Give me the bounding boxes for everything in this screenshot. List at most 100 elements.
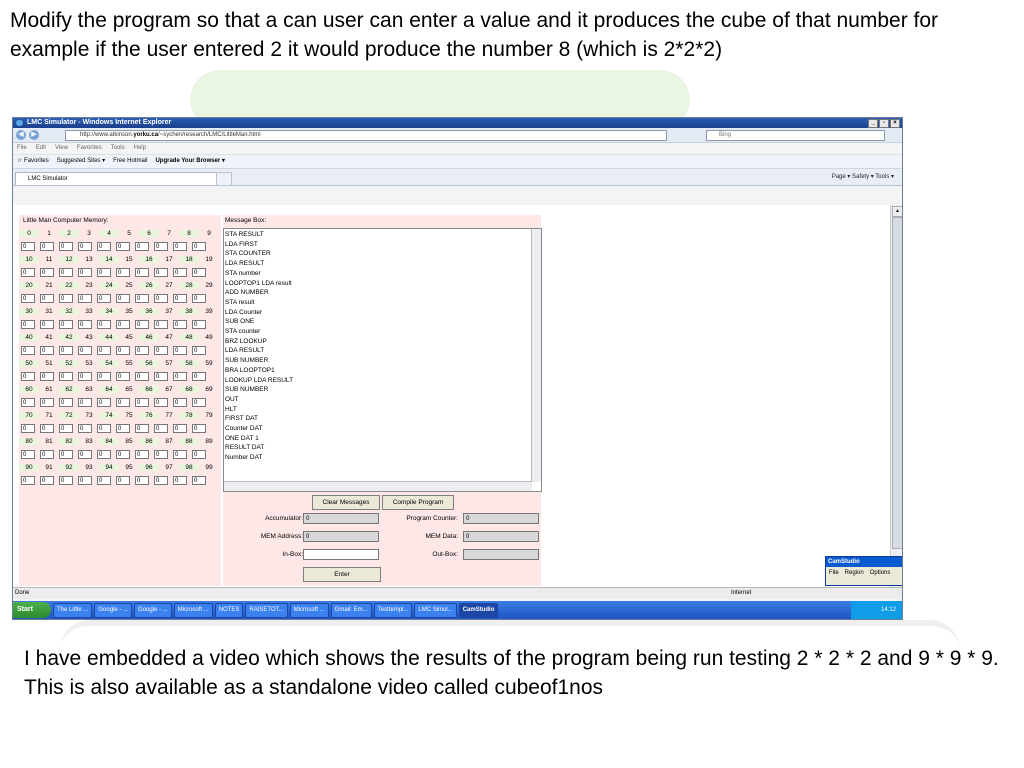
memory-cell-input[interactable]: 0 [173, 476, 187, 485]
memory-cell-input[interactable]: 0 [135, 450, 149, 459]
search-input[interactable]: Bing [706, 130, 885, 141]
memory-cell-input[interactable]: 0 [59, 242, 73, 251]
memory-cell-input[interactable]: 0 [135, 372, 149, 381]
memory-cell-input[interactable]: 0 [78, 372, 92, 381]
taskbar-item[interactable]: Microsoft ... [173, 602, 213, 618]
memory-cell-input[interactable]: 0 [97, 424, 111, 433]
taskbar-item[interactable]: LMC Simul... [414, 602, 457, 618]
memory-cell-input[interactable]: 0 [135, 424, 149, 433]
clear-messages-button[interactable]: Clear Messages [312, 495, 380, 510]
memory-cell-input[interactable]: 0 [116, 372, 130, 381]
memory-cell-input[interactable]: 0 [97, 346, 111, 355]
memory-cell-input[interactable]: 0 [21, 320, 35, 329]
memory-cell-input[interactable]: 0 [40, 320, 54, 329]
menu-file[interactable]: File [17, 143, 27, 154]
memory-cell-input[interactable]: 0 [21, 268, 35, 277]
memory-cell-input[interactable]: 0 [97, 450, 111, 459]
memory-cell-input[interactable]: 0 [135, 294, 149, 303]
memory-cell-input[interactable]: 0 [78, 346, 92, 355]
memory-cell-input[interactable]: 0 [78, 398, 92, 407]
memory-cell-input[interactable]: 0 [78, 450, 92, 459]
memory-cell-input[interactable]: 0 [97, 398, 111, 407]
memory-cell-input[interactable]: 0 [78, 320, 92, 329]
new-tab-button[interactable] [216, 172, 232, 186]
taskbar-item[interactable]: Gmail: Em... [330, 602, 372, 618]
memory-cell-input[interactable]: 0 [97, 294, 111, 303]
maximize-button[interactable]: ▫ [879, 119, 889, 128]
minimize-button[interactable]: _ [868, 119, 878, 128]
memory-cell-input[interactable]: 0 [40, 450, 54, 459]
memory-cell-input[interactable]: 0 [154, 294, 168, 303]
memory-cell-input[interactable]: 0 [173, 372, 187, 381]
memory-cell-input[interactable]: 0 [59, 372, 73, 381]
memory-cell-input[interactable]: 0 [59, 320, 73, 329]
taskbar-item[interactable]: The Little ... [53, 602, 93, 618]
enter-button[interactable]: Enter [303, 567, 381, 582]
camstudio-menu-file[interactable]: File [829, 567, 839, 579]
memory-cell-input[interactable]: 0 [78, 268, 92, 277]
memory-cell-input[interactable]: 0 [154, 424, 168, 433]
memory-cell-input[interactable]: 0 [173, 398, 187, 407]
memory-cell-input[interactable]: 0 [40, 398, 54, 407]
fav-free-hotmail[interactable]: Free Hotmail [113, 155, 147, 168]
memory-cell-input[interactable]: 0 [21, 476, 35, 485]
memory-cell-input[interactable]: 0 [59, 450, 73, 459]
memory-cell-input[interactable]: 0 [78, 294, 92, 303]
memory-cell-input[interactable]: 0 [192, 268, 206, 277]
memory-cell-input[interactable]: 0 [78, 476, 92, 485]
memory-cell-input[interactable]: 0 [59, 476, 73, 485]
camstudio-menu-options[interactable]: Options [870, 567, 891, 579]
menu-help[interactable]: Help [134, 143, 146, 154]
memory-cell-input[interactable]: 0 [59, 424, 73, 433]
memory-cell-input[interactable]: 0 [97, 320, 111, 329]
memory-cell-input[interactable]: 0 [21, 398, 35, 407]
memory-cell-input[interactable]: 0 [154, 372, 168, 381]
memory-cell-input[interactable]: 0 [192, 398, 206, 407]
memory-cell-input[interactable]: 0 [21, 346, 35, 355]
memory-cell-input[interactable]: 0 [97, 268, 111, 277]
memory-cell-input[interactable]: 0 [154, 398, 168, 407]
start-button[interactable]: Start [13, 602, 51, 618]
memory-cell-input[interactable]: 0 [40, 424, 54, 433]
memory-cell-input[interactable]: 0 [97, 372, 111, 381]
taskbar-item[interactable]: Google - ... [94, 602, 133, 618]
memory-cell-input[interactable]: 0 [59, 346, 73, 355]
compile-program-button[interactable]: Compile Program [382, 495, 454, 510]
memory-cell-input[interactable]: 0 [40, 268, 54, 277]
tab-lmc-simulator[interactable]: LMC Simulator [15, 172, 225, 185]
memory-cell-input[interactable]: 0 [116, 398, 130, 407]
menu-tools[interactable]: Tools [111, 143, 125, 154]
taskbar-item[interactable]: NOTES [214, 602, 244, 618]
memory-cell-input[interactable]: 0 [154, 450, 168, 459]
menu-edit[interactable]: Edit [36, 143, 46, 154]
message-vscrollbar[interactable] [531, 229, 541, 482]
memory-cell-input[interactable]: 0 [21, 242, 35, 251]
memory-cell-input[interactable]: 0 [192, 346, 206, 355]
memory-cell-input[interactable]: 0 [135, 242, 149, 251]
memory-cell-input[interactable]: 0 [78, 242, 92, 251]
memory-cell-input[interactable]: 0 [154, 476, 168, 485]
inbox-input[interactable] [303, 549, 379, 560]
memory-cell-input[interactable]: 0 [135, 320, 149, 329]
memory-cell-input[interactable]: 0 [97, 242, 111, 251]
menu-favorites[interactable]: Favorites [77, 143, 102, 154]
memory-cell-input[interactable]: 0 [173, 424, 187, 433]
memory-cell-input[interactable]: 0 [78, 424, 92, 433]
memory-cell-input[interactable]: 0 [116, 424, 130, 433]
memory-cell-input[interactable]: 0 [59, 268, 73, 277]
menu-view[interactable]: View [55, 143, 68, 154]
taskbar-item[interactable]: RAISETOT... [245, 602, 288, 618]
memory-cell-input[interactable]: 0 [59, 398, 73, 407]
memory-cell-input[interactable]: 0 [192, 424, 206, 433]
memory-cell-input[interactable]: 0 [173, 294, 187, 303]
memory-cell-input[interactable]: 0 [173, 320, 187, 329]
url-input[interactable]: http://www.atkinson.yorku.ca/~sychen/res… [65, 130, 667, 141]
memory-cell-input[interactable]: 0 [154, 346, 168, 355]
command-bar[interactable]: Page ▾ Safety ▾ Tools ▾ [832, 172, 894, 182]
memory-cell-input[interactable]: 0 [40, 372, 54, 381]
fav-upgrade-browser[interactable]: Upgrade Your Browser ▾ [155, 155, 224, 168]
scroll-up-icon[interactable]: ▲ [892, 206, 902, 217]
memory-cell-input[interactable]: 0 [116, 346, 130, 355]
taskbar-item[interactable]: CamStudio [458, 602, 499, 618]
close-button[interactable]: × [890, 119, 900, 128]
